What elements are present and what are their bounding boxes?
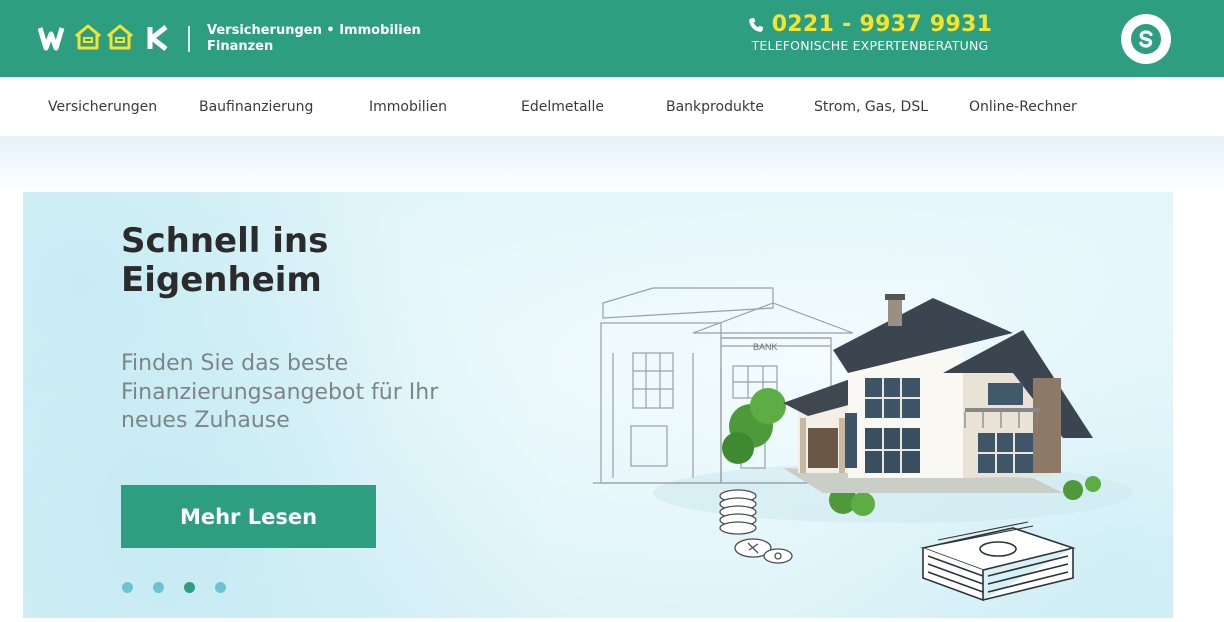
nav-item-bankprodukte[interactable]: Bankprodukte <box>666 98 764 116</box>
nav-item-baufinanzierung[interactable]: Baufinanzierung <box>199 98 313 116</box>
hero-subtitle: Finden Sie das beste Finanzierungsangebo… <box>121 351 439 433</box>
phone-caption: TELEFONISCHE EXPERTENBERATUNG <box>751 38 989 53</box>
tagline-line-1: Versicherungen • Immobilien <box>207 23 421 38</box>
slider-dot-1[interactable] <box>122 582 133 593</box>
hero-title: Schnell ins Eigenheim <box>121 221 329 300</box>
nav-item-immobilien[interactable]: Immobilien <box>369 98 447 116</box>
nav-item-online-rechner[interactable]: Online-Rechner <box>969 98 1077 116</box>
tagline-line-2: Finanzen <box>207 39 274 54</box>
company-logo[interactable] <box>38 22 170 54</box>
money-stack-sketch-icon <box>920 521 1076 602</box>
tagline: Versicherungen • Immobilien Finanzen <box>207 23 421 55</box>
slider-dots <box>122 582 226 593</box>
phone-icon <box>748 18 763 32</box>
hero-slider: Schnell ins Eigenheim Finden Sie das bes… <box>23 192 1173 618</box>
skype-button[interactable] <box>1121 14 1171 64</box>
slider-dot-2[interactable] <box>153 582 164 593</box>
phone-number[interactable]: 0221 - 9937 9931 <box>772 12 993 38</box>
house-bank-illustration: BANK <box>593 287 1133 602</box>
main-nav: Versicherungen Baufinanzierung Immobilie… <box>0 77 1224 137</box>
nav-shadow-band <box>0 137 1224 192</box>
nav-item-edelmetalle[interactable]: Edelmetalle <box>521 98 604 116</box>
mehr-lesen-button[interactable]: Mehr Lesen <box>121 485 376 548</box>
phone-block: 0221 - 9937 9931 TELEFONISCHE EXPERTENBE… <box>740 12 1000 54</box>
skype-icon <box>1131 24 1161 54</box>
nav-item-strom-gas-dsl[interactable]: Strom, Gas, DSL <box>814 98 928 116</box>
slider-dot-4[interactable] <box>215 582 226 593</box>
slider-dot-3-active[interactable] <box>184 582 195 593</box>
logo-divider <box>188 26 190 52</box>
top-header: Versicherungen • Immobilien Finanzen 022… <box>0 0 1224 77</box>
bank-sign: BANK <box>753 342 778 352</box>
nav-item-versicherungen[interactable]: Versicherungen <box>48 98 157 116</box>
